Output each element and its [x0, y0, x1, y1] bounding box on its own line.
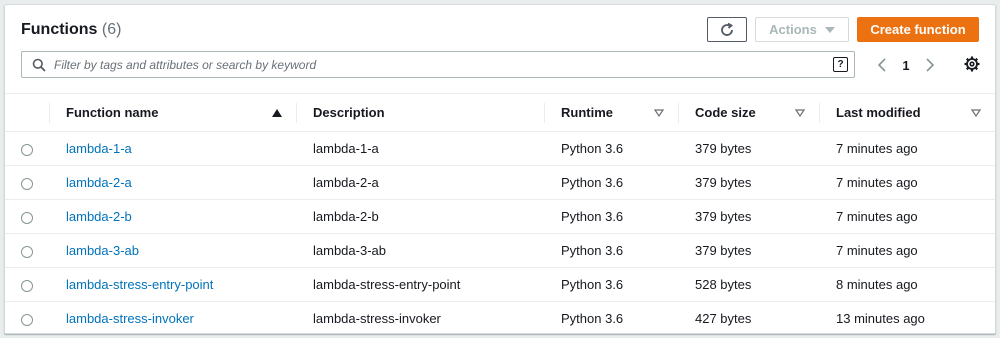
last-modified-cell: 13 minutes ago	[836, 311, 925, 327]
sort-ascending-icon	[272, 109, 282, 117]
select-column-header	[5, 93, 49, 132]
row-select-cell	[5, 165, 49, 200]
panel-header: Functions (6) Actions Create function ?	[5, 5, 995, 93]
function-name-cell: lambda-2-a	[49, 165, 296, 200]
column-separator	[544, 103, 545, 123]
function-name-cell: lambda-stress-invoker	[49, 302, 296, 336]
gear-icon[interactable]	[963, 55, 981, 73]
function-name-link[interactable]: lambda-2-a	[66, 175, 132, 190]
column-header-code-size[interactable]: Code size	[678, 93, 819, 132]
description-cell: lambda-2-b	[296, 199, 544, 234]
column-header-last-modified[interactable]: Last modified	[819, 93, 995, 132]
function-name-cell: lambda-3-ab	[49, 233, 296, 268]
column-label: Description	[313, 105, 385, 120]
function-name-cell: lambda-1-a	[49, 131, 296, 166]
row-radio-button[interactable]	[21, 177, 33, 190]
row-radio-button[interactable]	[21, 245, 33, 258]
create-function-button[interactable]: Create function	[857, 17, 979, 42]
table-row[interactable]: lambda-2-b lambda-2-b Python 3.6 379 byt…	[5, 199, 995, 234]
help-icon[interactable]: ?	[833, 57, 848, 72]
functions-panel: Functions (6) Actions Create function ?	[4, 4, 996, 334]
row-select-cell	[5, 302, 49, 336]
description-cell: lambda-stress-invoker	[313, 311, 441, 327]
sort-caret-icon	[795, 109, 805, 117]
runtime-cell: Python 3.6	[544, 233, 678, 268]
last-modified-cell: 7 minutes ago	[819, 199, 995, 234]
column-separator	[296, 103, 297, 123]
runtime-cell: Python 3.6	[544, 131, 678, 166]
code-size-cell: 379 bytes	[678, 165, 819, 200]
runtime-cell: Python 3.6	[561, 311, 624, 327]
page-number-1[interactable]: 1	[889, 58, 923, 73]
sort-caret-icon	[971, 109, 981, 117]
row-radio-button[interactable]	[21, 279, 33, 292]
function-name-link[interactable]: lambda-stress-entry-point	[66, 277, 213, 292]
function-name-link[interactable]: lambda-2-b	[66, 209, 132, 224]
code-size-cell: 379 bytes	[678, 199, 819, 234]
function-name-link[interactable]: lambda-3-ab	[66, 243, 139, 258]
code-size-cell: 528 bytes	[678, 267, 819, 302]
description-cell: lambda-2-a	[296, 165, 544, 200]
column-label: Function name	[66, 105, 159, 120]
column-header-runtime[interactable]: Runtime	[544, 93, 678, 132]
refresh-icon	[721, 22, 734, 36]
code-size-cell: 427 bytes	[695, 311, 752, 327]
code-size-cell: 379 bytes	[678, 233, 819, 268]
function-name-link[interactable]: lambda-stress-invoker	[66, 311, 194, 326]
column-header-description[interactable]: Description	[296, 93, 544, 132]
search-bar: ?	[21, 51, 855, 78]
last-modified-cell: 8 minutes ago	[819, 267, 995, 302]
title-text: Functions	[21, 21, 98, 38]
table-header-row: Function name Description Runtime Code s…	[5, 93, 995, 132]
table-row[interactable]: lambda-stress-entry-point lambda-stress-…	[5, 267, 995, 302]
table-row[interactable]: lambda-1-a lambda-1-a Python 3.6 379 byt…	[5, 131, 995, 166]
code-size-cell: 379 bytes	[678, 131, 819, 166]
table-row[interactable]: lambda-2-a lambda-2-a Python 3.6 379 byt…	[5, 165, 995, 200]
row-select-cell	[5, 267, 49, 302]
row-select-cell	[5, 233, 49, 268]
column-separator	[49, 103, 50, 123]
runtime-cell: Python 3.6	[544, 199, 678, 234]
column-label: Code size	[695, 105, 756, 120]
row-select-cell	[5, 131, 49, 166]
column-label: Last modified	[836, 105, 921, 120]
runtime-cell: Python 3.6	[544, 267, 678, 302]
column-separator	[678, 103, 679, 123]
column-label: Runtime	[561, 105, 613, 120]
sort-caret-icon	[654, 109, 664, 117]
functions-table: Function name Description Runtime Code s…	[5, 93, 995, 336]
row-radio-button[interactable]	[21, 313, 33, 326]
last-modified-cell: 7 minutes ago	[819, 165, 995, 200]
search-input[interactable]	[54, 53, 833, 76]
function-count: (6)	[101, 21, 122, 38]
row-select-cell	[5, 199, 49, 234]
description-cell: lambda-stress-entry-point	[296, 267, 544, 302]
actions-dropdown-button[interactable]: Actions	[755, 17, 849, 42]
description-cell: lambda-3-ab	[296, 233, 544, 268]
row-radio-button[interactable]	[21, 143, 33, 156]
table-row[interactable]: lambda-3-ab lambda-3-ab Python 3.6 379 b…	[5, 233, 995, 268]
search-icon	[32, 58, 46, 72]
actions-label: Actions	[769, 22, 817, 37]
row-radio-button[interactable]	[21, 211, 33, 224]
last-modified-cell: 7 minutes ago	[819, 131, 995, 166]
function-name-link[interactable]: lambda-1-a	[66, 141, 132, 156]
description-cell: lambda-1-a	[296, 131, 544, 166]
chevron-right-icon[interactable]	[923, 55, 937, 75]
refresh-button[interactable]	[707, 17, 747, 42]
chevron-left-icon[interactable]	[875, 55, 889, 75]
function-name-cell: lambda-2-b	[49, 199, 296, 234]
column-separator	[819, 103, 820, 123]
pagination: 1	[875, 55, 937, 75]
runtime-cell: Python 3.6	[544, 165, 678, 200]
last-modified-cell: 7 minutes ago	[819, 233, 995, 268]
function-name-cell: lambda-stress-entry-point	[49, 267, 296, 302]
column-header-function-name[interactable]: Function name	[49, 93, 296, 132]
table-row[interactable]: lambda-stress-invoker lambda-stress-invo…	[5, 302, 995, 336]
page-title: Functions (6)	[21, 21, 121, 39]
caret-down-icon	[824, 26, 835, 33]
